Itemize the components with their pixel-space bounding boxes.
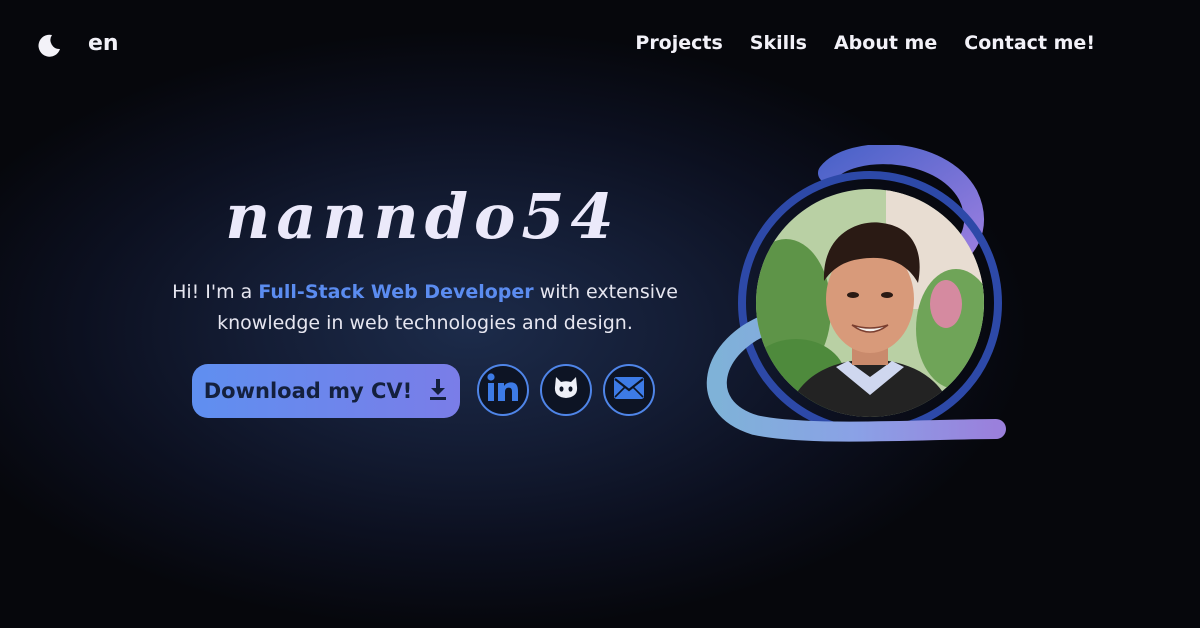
language-toggle[interactable]: en	[88, 31, 119, 56]
hero-intro: Hi! I'm a Full-Stack Web Developer with …	[165, 277, 685, 339]
nav-projects[interactable]: Projects	[635, 32, 722, 54]
email-icon	[613, 376, 645, 404]
hero-name: nanndo54	[225, 180, 620, 253]
nav-contact-me[interactable]: Contact me!	[964, 32, 1095, 54]
linkedin-button[interactable]	[477, 364, 529, 416]
intro-text-start: Hi! I'm a	[172, 281, 259, 303]
nav-about-me[interactable]: About me	[834, 32, 937, 54]
nav-skills[interactable]: Skills	[750, 32, 807, 54]
avatar-section	[700, 144, 1020, 455]
site-header: en Projects Skills About me Contact me!	[0, 0, 1200, 90]
download-cv-label: Download my CV!	[203, 379, 413, 403]
linkedin-icon	[486, 373, 520, 407]
moon-icon[interactable]	[36, 32, 62, 58]
profile-photo	[756, 189, 984, 417]
github-button[interactable]	[540, 364, 592, 416]
github-icon	[552, 375, 580, 405]
email-button[interactable]	[603, 364, 655, 416]
download-cv-button[interactable]: Download my CV!	[192, 364, 460, 418]
download-icon	[428, 378, 448, 404]
main-nav: Projects Skills About me Contact me!	[635, 32, 1095, 54]
intro-highlight: Full-Stack Web Developer	[258, 281, 534, 303]
